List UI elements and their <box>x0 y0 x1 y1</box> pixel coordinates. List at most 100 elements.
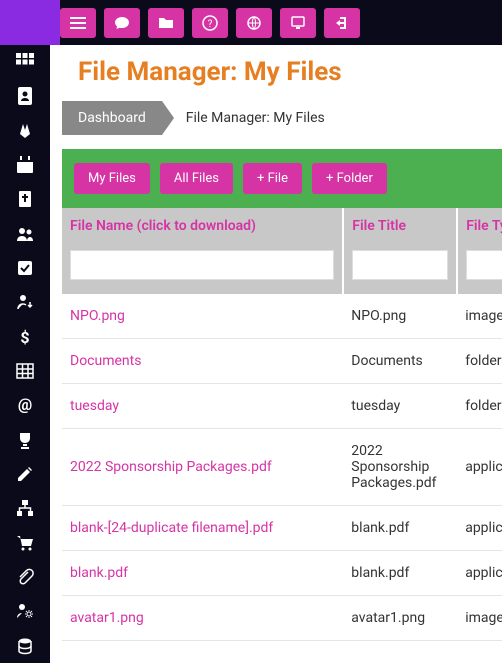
breadcrumb-dashboard[interactable]: Dashboard <box>62 101 162 135</box>
globe-icon <box>246 15 262 31</box>
sidebar-contacts[interactable] <box>0 79 50 113</box>
file-type-cell: folder <box>457 384 502 429</box>
table-row: avatar1.pngavatar1.pngimage/png <box>62 596 502 641</box>
folder-icon <box>158 15 174 31</box>
sidebar-cart[interactable] <box>0 526 50 560</box>
sidebar-flow[interactable] <box>0 491 50 525</box>
file-link[interactable]: avatar1.png <box>70 610 144 626</box>
addfolder-button[interactable]: + Folder <box>312 163 387 194</box>
svg-text:$: $ <box>20 328 29 346</box>
table-row: NPO.pngNPO.pngimage/png <box>62 294 502 339</box>
header-name[interactable]: File Name (click to download) <box>62 208 343 244</box>
sidebar-tasks[interactable] <box>0 251 50 285</box>
sidebar-database[interactable] <box>0 629 50 663</box>
filter-type-input[interactable] <box>466 250 502 280</box>
chat-button[interactable] <box>104 8 140 38</box>
question-icon: ? <box>202 15 218 31</box>
file-type-cell: application/p <box>457 551 502 596</box>
file-link[interactable]: NPO.png <box>70 308 125 324</box>
desktop-icon <box>290 15 306 31</box>
page-title: File Manager: My Files <box>78 57 502 87</box>
users-icon <box>16 225 34 243</box>
sidebar-dashboard[interactable] <box>0 45 50 79</box>
sidebar-download[interactable] <box>0 285 50 319</box>
sidebar: $ @ <box>0 45 50 663</box>
desktop-button[interactable] <box>280 8 316 38</box>
table-icon <box>16 362 34 380</box>
database-icon <box>16 637 34 655</box>
bars-icon <box>70 15 86 31</box>
file-link[interactable]: blank.pdf <box>70 565 128 581</box>
filter-name-input[interactable] <box>70 250 334 280</box>
header-title[interactable]: File Title <box>343 208 457 244</box>
file-link[interactable]: 2022 Sponsorship Packages.pdf <box>70 459 272 475</box>
file-title-cell: 2022 Sponsorship Packages.pdf <box>343 429 457 506</box>
file-type-cell: image/png <box>457 596 502 641</box>
filter-title-input[interactable] <box>352 250 448 280</box>
addressbook-icon <box>16 87 34 105</box>
files-table: File Name (click to download) File Title… <box>62 208 502 641</box>
globe-button[interactable] <box>236 8 272 38</box>
table-row: 2022 Sponsorship Packages.pdf 2022 Sponso… <box>62 429 502 506</box>
file-link[interactable]: blank-[24-duplicate filename].pdf <box>70 520 273 536</box>
menu-button[interactable] <box>60 8 96 38</box>
usercog-icon <box>16 602 34 620</box>
cart-icon <box>16 534 34 552</box>
file-title-cell: NPO.png <box>343 294 457 339</box>
trophy-icon <box>16 431 34 449</box>
userdown-icon <box>16 293 34 311</box>
calendar-icon <box>16 156 34 174</box>
action-panel: My Files All Files + File + Folder <box>62 149 502 208</box>
folder-button[interactable] <box>148 8 184 38</box>
logout-button[interactable] <box>324 8 360 38</box>
file-link[interactable]: Documents <box>70 353 141 369</box>
file-title-cell: blank.pdf <box>343 506 457 551</box>
sidebar-table[interactable] <box>0 354 50 388</box>
allfiles-button[interactable]: All Files <box>160 163 233 194</box>
svg-text:@: @ <box>18 396 32 414</box>
sidebar-edit[interactable] <box>0 457 50 491</box>
table-wrapper: File Name (click to download) File Title… <box>62 208 502 641</box>
sidebar-usercog[interactable] <box>0 594 50 628</box>
file-title-cell: avatar1.png <box>343 596 457 641</box>
dollar-icon: $ <box>16 328 34 346</box>
sidebar-email[interactable]: @ <box>0 388 50 422</box>
table-row: blank-[24-duplicate filename].pdf blank.p… <box>62 506 502 551</box>
file-type-cell: image/png <box>457 294 502 339</box>
check-icon <box>16 259 34 277</box>
bible-icon <box>16 190 34 208</box>
sidebar-attach[interactable] <box>0 560 50 594</box>
table-row: DocumentsDocumentsfolder <box>62 339 502 384</box>
file-title-cell: blank.pdf <box>343 551 457 596</box>
breadcrumb: Dashboard File Manager: My Files <box>62 101 502 135</box>
edit-icon <box>16 465 34 483</box>
sitemap-icon <box>16 499 34 517</box>
sidebar-groups[interactable] <box>0 217 50 251</box>
topbar: ? <box>0 0 502 45</box>
file-link[interactable]: tuesday <box>70 398 119 414</box>
chat-icon <box>114 15 130 31</box>
table-row: tuesdaytuesdayfolder <box>62 384 502 429</box>
header-type[interactable]: File Type <box>457 208 502 244</box>
file-type-cell: folder <box>457 339 502 384</box>
main-content: File Manager: My Files Dashboard File Ma… <box>50 45 502 663</box>
signout-icon <box>334 15 350 31</box>
sidebar-finance[interactable]: $ <box>0 320 50 354</box>
sidebar-pray[interactable] <box>0 114 50 148</box>
sidebar-bible[interactable] <box>0 182 50 216</box>
at-icon: @ <box>16 396 34 414</box>
addfile-button[interactable]: + File <box>243 163 302 194</box>
sidebar-calendar[interactable] <box>0 148 50 182</box>
table-row: blank.pdfblank.pdfapplication/p <box>62 551 502 596</box>
hands-icon <box>16 122 34 140</box>
grid-icon <box>16 53 34 71</box>
breadcrumb-current: File Manager: My Files <box>186 110 325 126</box>
file-type-cell: application/p <box>457 506 502 551</box>
file-title-cell: Documents <box>343 339 457 384</box>
paperclip-icon <box>16 568 34 586</box>
help-button[interactable]: ? <box>192 8 228 38</box>
sidebar-trophy[interactable] <box>0 423 50 457</box>
file-title-cell: tuesday <box>343 384 457 429</box>
file-type-cell: application/p <box>457 429 502 506</box>
myfiles-button[interactable]: My Files <box>74 163 150 194</box>
